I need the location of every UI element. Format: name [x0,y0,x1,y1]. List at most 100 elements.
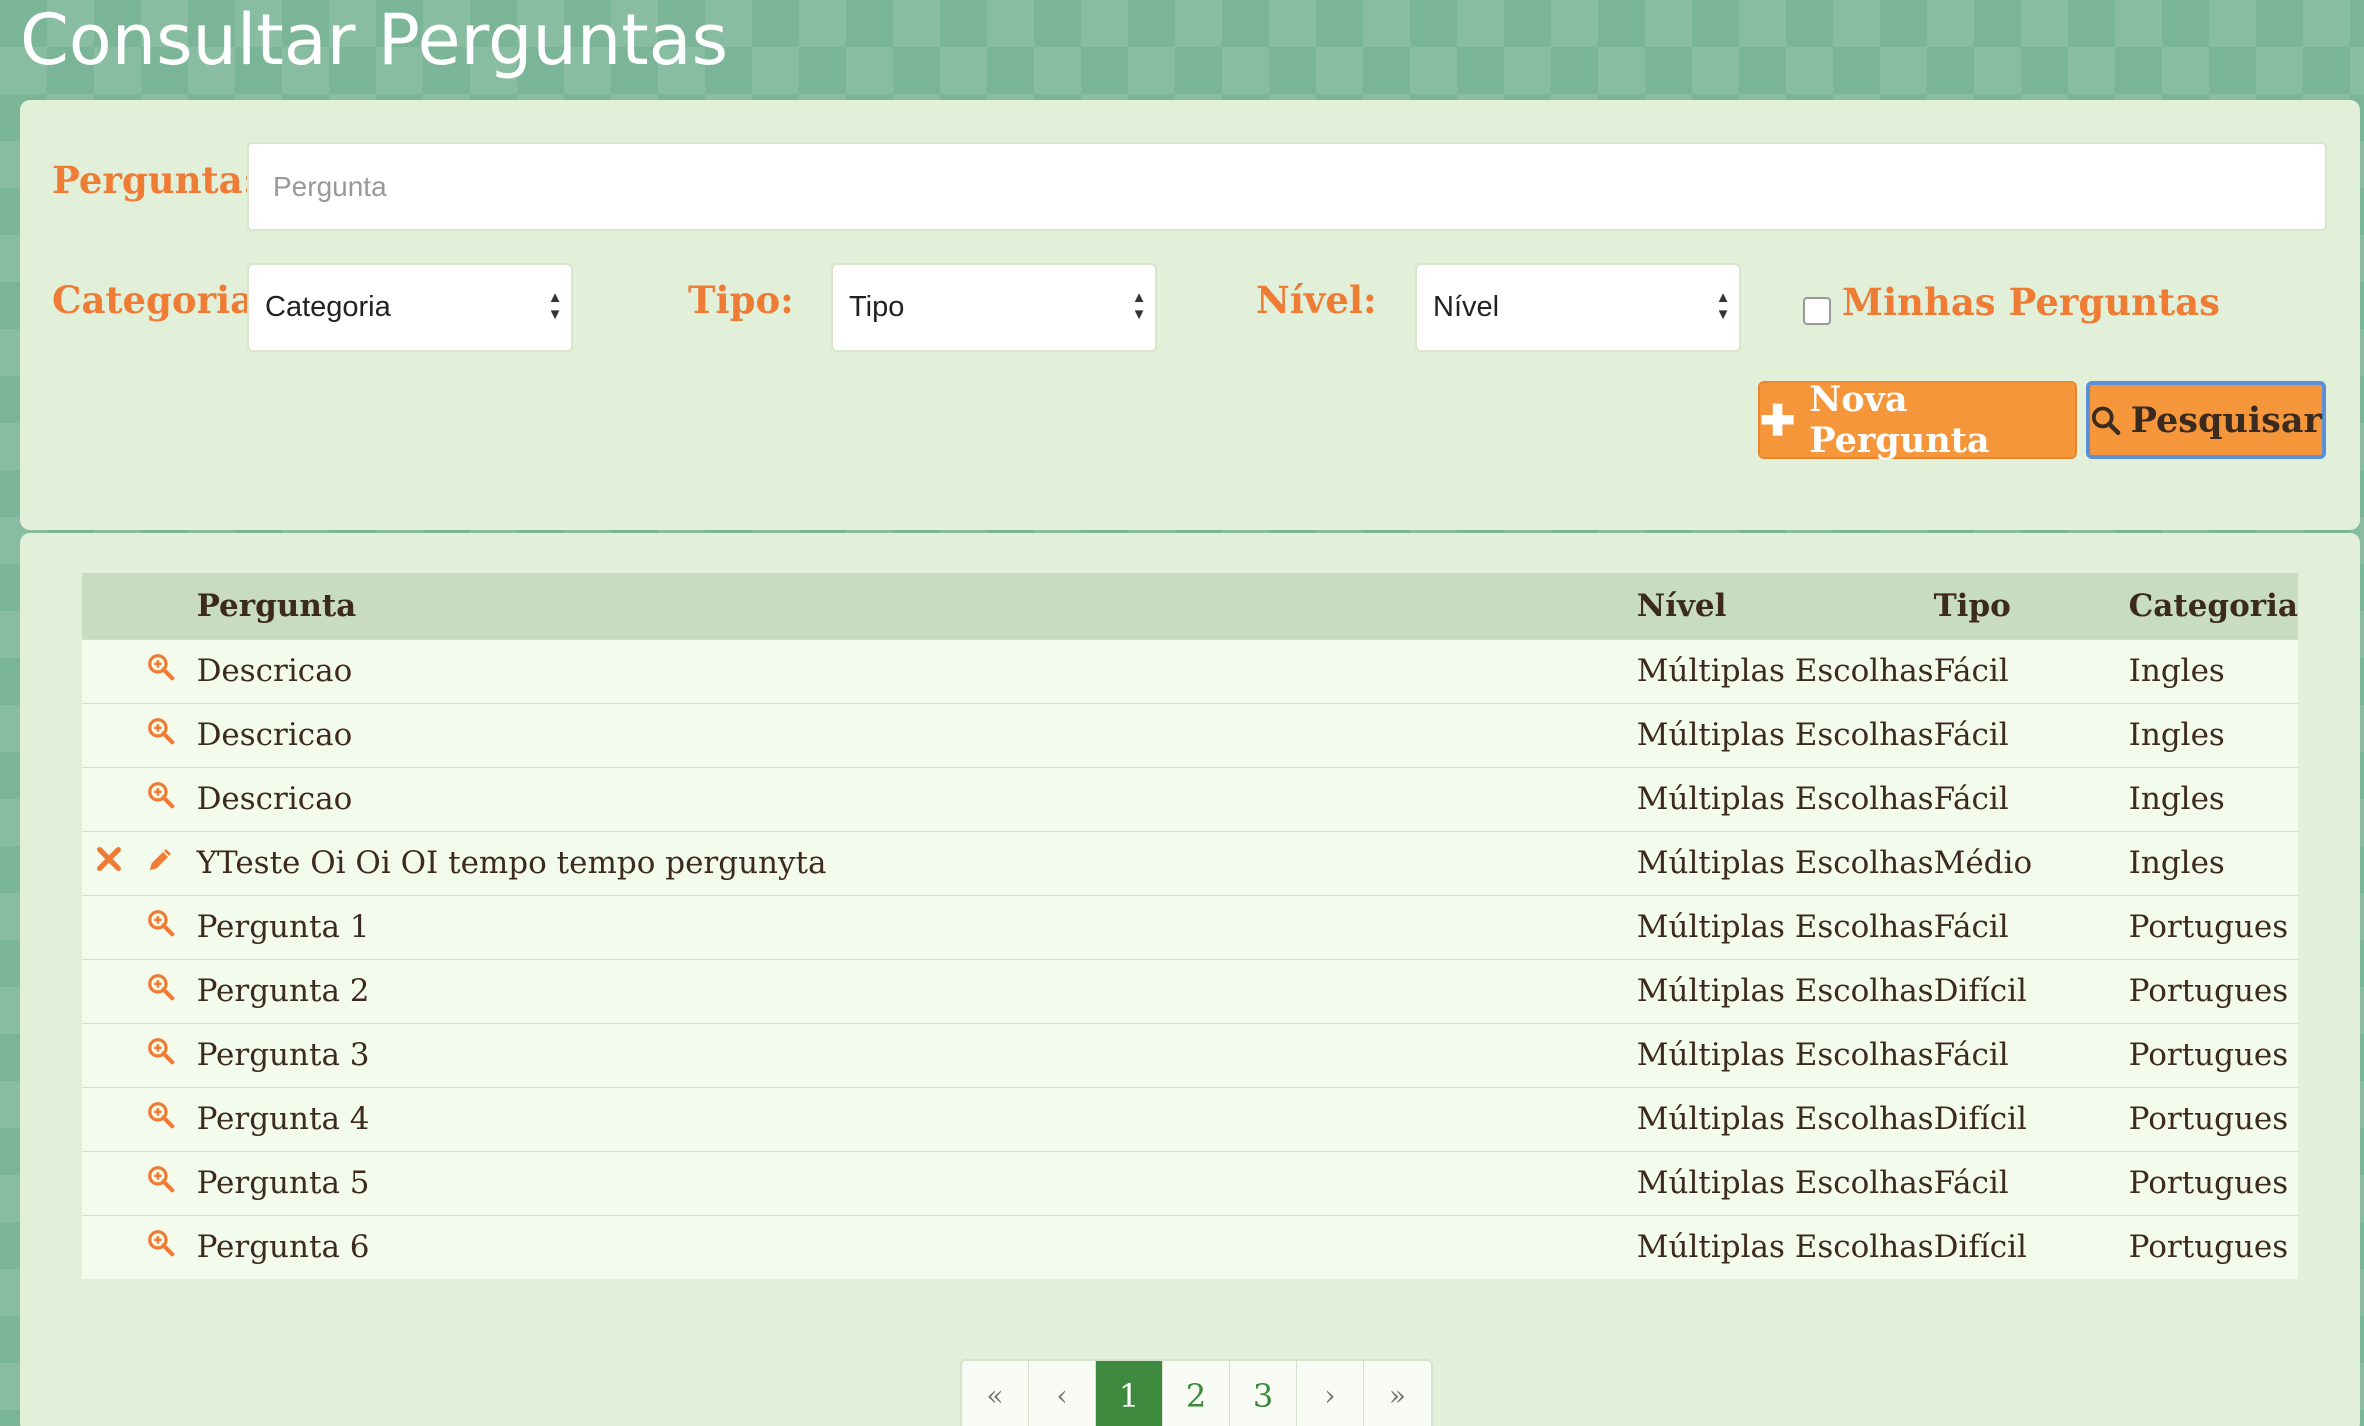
cell-pergunta: Pergunta 3 [186,1022,1637,1087]
cell-tipo: Fácil [1933,766,2129,831]
view-icon[interactable] [146,1166,176,1202]
minhas-perguntas-label: Minhas Perguntas [1842,280,2220,324]
header-categoria[interactable]: Categoria [2128,573,2298,639]
cell-categoria: Portugues [2128,1150,2298,1215]
select-arrows-icon: ▲ ▼ [547,289,563,323]
cell-pergunta: Descricao [186,766,1637,831]
cell-nivel: Múltiplas Escolhas [1636,702,1934,767]
table-row[interactable]: Descricao Múltiplas Escolhas Fácil Ingles [82,702,2298,767]
page-last-button[interactable]: » [1364,1361,1431,1426]
view-icon[interactable] [146,718,176,754]
cell-tipo: Médio [1933,830,2129,895]
cell-categoria: Portugues [2128,1022,2298,1087]
view-icon[interactable] [146,910,176,946]
cell-categoria: Ingles [2128,702,2298,767]
table-row[interactable]: Pergunta 5 Múltiplas Escolhas Fácil Portugu… [82,1150,2298,1215]
page-next-button[interactable]: › [1297,1361,1364,1426]
page-2-button[interactable]: 2 [1163,1361,1230,1426]
row-action-cell [135,1150,187,1215]
table-row[interactable]: Pergunta 2 Múltiplas Escolhas Difícil Portu… [82,958,2298,1023]
row-action-cell [135,1214,187,1279]
cell-tipo: Difícil [1933,958,2129,1023]
pesquisar-label: Pesquisar [2130,399,2322,441]
cell-pergunta: Pergunta 5 [186,1150,1637,1215]
categoria-select-value: Categoria [265,291,391,323]
cell-tipo: Difícil [1933,1214,2129,1279]
header-spacer [82,573,136,639]
row-action-cell [135,1022,187,1087]
nova-pergunta-button[interactable]: ✚ Nova Pergunta [1758,379,2077,461]
cell-nivel: Múltiplas Escolhas [1636,830,1934,895]
cell-nivel: Múltiplas Escolhas [1636,1150,1934,1215]
page-prev-button[interactable]: ‹ [1029,1361,1096,1426]
row-delete-cell [82,1150,136,1215]
header-nivel[interactable]: Nível [1636,573,1934,639]
plus-icon: ✚ [1760,395,1796,445]
nivel-select[interactable]: Nível ▲ ▼ [1415,263,1741,352]
page-first-button[interactable]: « [962,1361,1029,1426]
row-delete-cell [82,1214,136,1279]
row-action-cell [135,702,187,767]
cell-nivel: Múltiplas Escolhas [1636,1086,1934,1151]
table-row[interactable]: Descricao Múltiplas Escolhas Fácil Ingles [82,766,2298,831]
filter-panel: Pergunta: Pergunta Categoria: Categoria … [20,100,2360,530]
cell-pergunta: Pergunta 4 [186,1086,1637,1151]
select-arrows-icon: ▲ ▼ [1715,289,1731,323]
view-icon[interactable] [146,1230,176,1266]
pagination: « ‹ 1 2 3 › » [960,1359,1433,1426]
categoria-select[interactable]: Categoria ▲ ▼ [247,263,573,352]
row-delete-cell [82,766,136,831]
row-delete-cell [82,638,136,703]
select-arrows-icon: ▲ ▼ [1131,289,1147,323]
header-tipo[interactable]: Tipo [1933,573,2129,639]
page-1-button[interactable]: 1 [1096,1361,1163,1426]
tipo-select[interactable]: Tipo ▲ ▼ [831,263,1157,352]
cell-nivel: Múltiplas Escolhas [1636,638,1934,703]
tipo-select-value: Tipo [849,291,905,323]
cell-categoria: Ingles [2128,638,2298,703]
pergunta-input[interactable]: Pergunta [247,142,2327,231]
table-row[interactable]: Descricao Múltiplas Escolhas Fácil Ingles [82,638,2298,703]
table-row[interactable]: Pergunta 6 Múltiplas Escolhas Difícil Portu… [82,1214,2298,1279]
cell-categoria: Ingles [2128,830,2298,895]
tipo-label: Tipo: [688,278,794,322]
view-icon[interactable] [146,654,176,690]
cell-pergunta: Descricao [186,638,1637,703]
table-row[interactable]: Pergunta 1 Múltiplas Escolhas Fácil Portugu… [82,894,2298,959]
delete-icon[interactable] [95,845,123,881]
cell-tipo: Fácil [1933,1022,2129,1087]
cell-nivel: Múltiplas Escolhas [1636,894,1934,959]
cell-categoria: Portugues [2128,958,2298,1023]
row-action-cell [135,894,187,959]
minhas-perguntas-checkbox[interactable] [1803,297,1831,325]
row-action-cell [135,638,187,703]
row-action-cell [135,958,187,1023]
page-3-button[interactable]: 3 [1230,1361,1297,1426]
table-row[interactable]: Pergunta 3 Múltiplas Escolhas Fácil Portugu… [82,1022,2298,1087]
view-icon[interactable] [146,782,176,818]
nivel-label: Nível: [1256,278,1377,322]
cell-pergunta: Pergunta 1 [186,894,1637,959]
nivel-select-value: Nível [1433,291,1500,323]
table-header-row: Pergunta Nível Tipo Categoria [82,573,2298,639]
cell-categoria: Portugues [2128,894,2298,959]
cell-tipo: Difícil [1933,1086,2129,1151]
pesquisar-button[interactable]: Pesquisar [2086,381,2326,459]
cell-categoria: Portugues [2128,1086,2298,1151]
view-icon[interactable] [146,1102,176,1138]
cell-categoria: Ingles [2128,766,2298,831]
row-delete-cell [82,1022,136,1087]
view-icon[interactable] [146,1038,176,1074]
header-pergunta[interactable]: Pergunta [186,573,1637,639]
cell-tipo: Fácil [1933,702,2129,767]
edit-icon[interactable] [146,846,176,882]
view-icon[interactable] [146,974,176,1010]
table-row[interactable]: Pergunta 4 Múltiplas Escolhas Difícil Portu… [82,1086,2298,1151]
nova-pergunta-label: Nova Pergunta [1809,379,1990,461]
row-delete-cell [82,958,136,1023]
cell-tipo: Fácil [1933,1150,2129,1215]
cell-pergunta: YTeste Oi Oi OI tempo tempo pergunyta [186,830,1637,895]
table-row[interactable]: YTeste Oi Oi OI tempo tempo pergunyta Múl… [82,830,2298,895]
search-icon [2091,406,2121,435]
cell-categoria: Portugues [2128,1214,2298,1279]
